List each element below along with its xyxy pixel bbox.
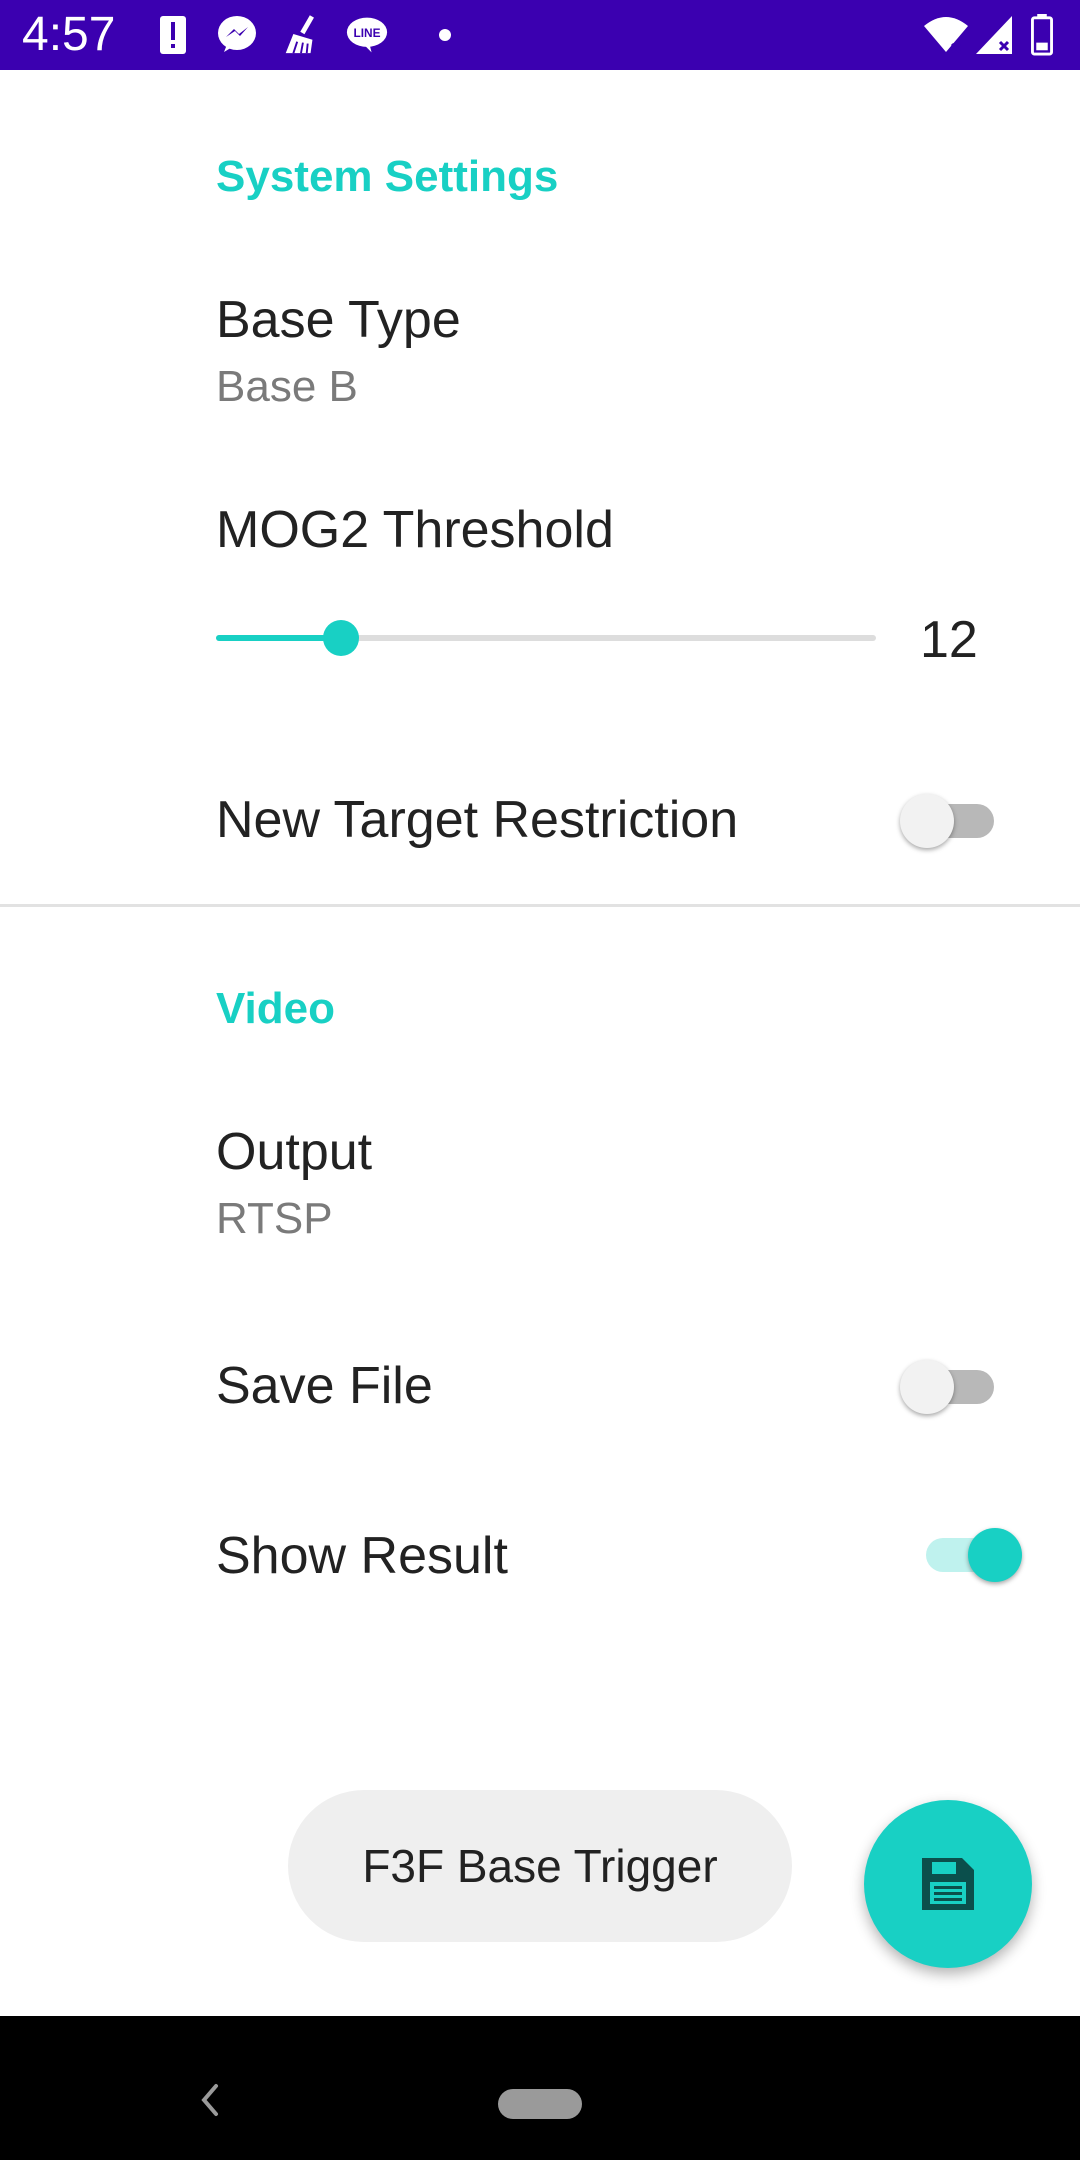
battery-icon bbox=[1031, 14, 1053, 56]
back-icon[interactable] bbox=[190, 2070, 226, 2130]
pref-base-type-title: Base Type bbox=[216, 291, 461, 349]
navigation-bar bbox=[0, 2016, 1080, 2160]
save-icon bbox=[922, 1858, 974, 1910]
switch-thumb bbox=[900, 1360, 954, 1414]
cleaner-icon bbox=[285, 15, 314, 54]
pref-base-type-summary: Base B bbox=[216, 362, 358, 411]
svg-text:LINE: LINE bbox=[353, 26, 380, 40]
new-target-restriction-switch[interactable] bbox=[900, 788, 1000, 848]
pref-save-file-title: Save File bbox=[216, 1357, 433, 1415]
pref-output-title: Output bbox=[216, 1123, 373, 1181]
f3f-base-trigger-button[interactable]: F3F Base Trigger bbox=[288, 1790, 792, 1942]
dot-icon bbox=[439, 29, 451, 41]
section-header-video: Video bbox=[216, 984, 336, 1033]
status-time: 4:57 bbox=[22, 8, 116, 61]
pref-output-summary: RTSP bbox=[216, 1194, 333, 1243]
mog2-slider[interactable] bbox=[216, 620, 876, 656]
alert-icon bbox=[160, 16, 186, 54]
show-result-switch[interactable] bbox=[912, 1522, 1022, 1582]
section-divider bbox=[0, 904, 1080, 907]
line-icon: LINE bbox=[346, 17, 388, 53]
messenger-icon bbox=[218, 16, 256, 52]
pref-new-target-title: New Target Restriction bbox=[216, 791, 739, 849]
mog2-slider-thumb[interactable] bbox=[323, 620, 360, 656]
pref-show-result-title: Show Result bbox=[216, 1527, 508, 1585]
save-file-switch[interactable] bbox=[900, 1354, 1000, 1414]
section-header-system-settings: System Settings bbox=[216, 152, 559, 201]
save-fab-button[interactable] bbox=[864, 1800, 1032, 1968]
wifi-icon bbox=[924, 17, 968, 54]
mog2-slider-value: 12 bbox=[920, 611, 978, 669]
switch-thumb bbox=[968, 1528, 1022, 1582]
home-icon[interactable] bbox=[498, 2089, 582, 2119]
switch-thumb bbox=[900, 794, 954, 848]
signal-icon bbox=[976, 16, 1012, 54]
pref-mog2-title: MOG2 Threshold bbox=[216, 501, 614, 559]
status-bar: 4:57 LINE bbox=[0, 0, 1080, 70]
